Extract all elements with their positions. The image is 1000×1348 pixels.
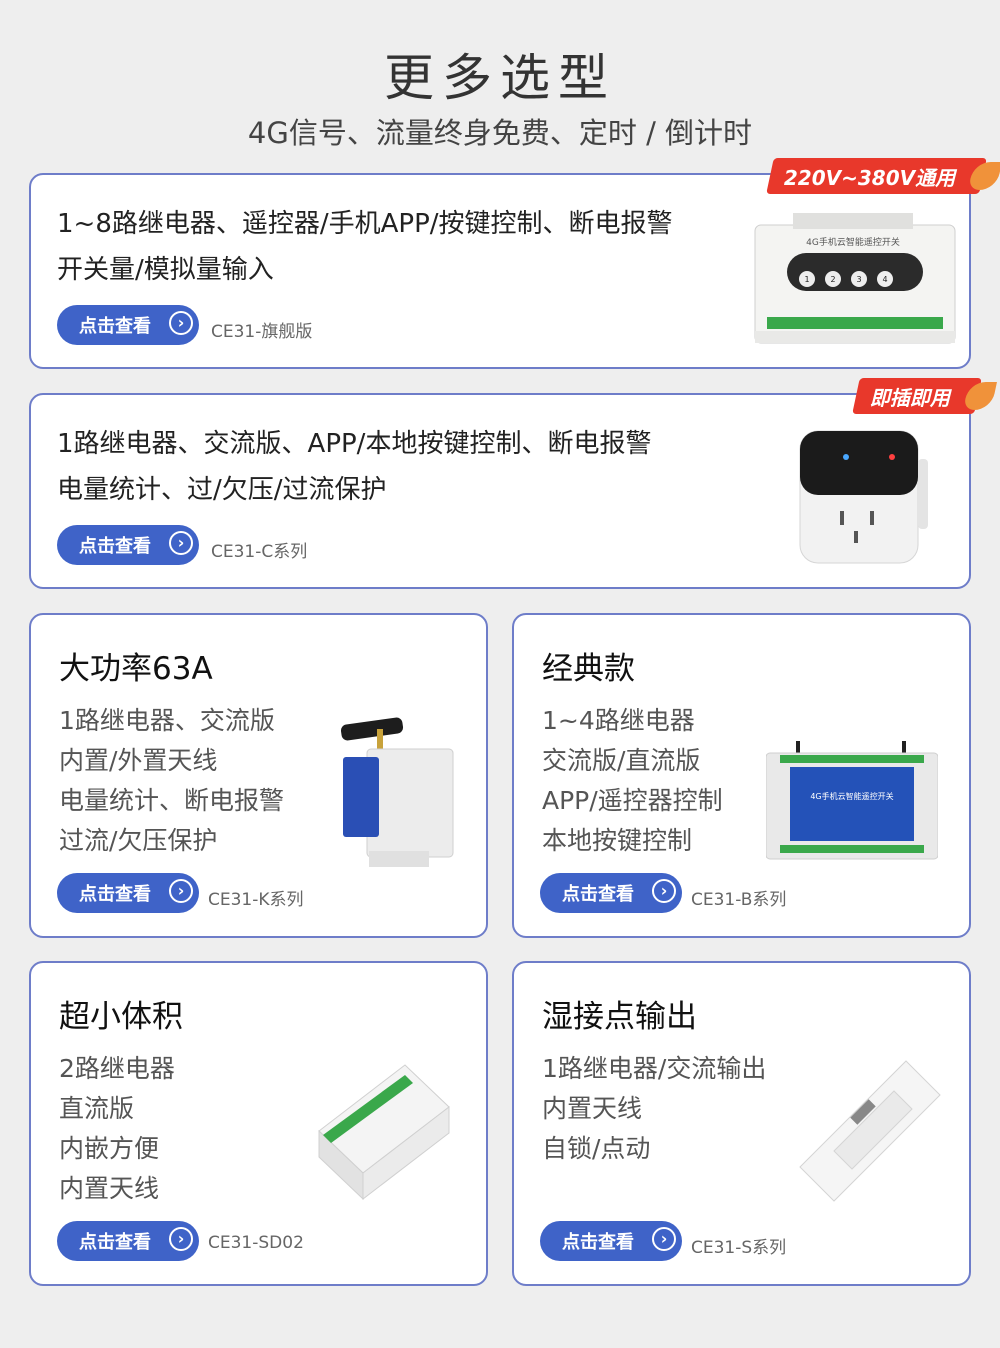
din-rail-module-image — [340, 717, 454, 867]
product-card-k-series: 大功率63A 1路继电器、交流版 内置/外置天线 电量统计、断电报警 过流/欠压… — [29, 613, 488, 938]
card-heading: 湿接点输出 — [542, 999, 697, 1035]
view-button[interactable]: 点击查看 › — [57, 873, 199, 913]
feature-line: 内置天线 — [542, 1094, 643, 1123]
button-label: 点击查看 — [79, 1232, 151, 1253]
device-label: 4G手机云智能遥控开关 — [810, 791, 893, 801]
key-label: 3 — [856, 275, 861, 284]
product-card-sd02: 超小体积 2路继电器 直流版 内嵌方便 内置天线 点击查看 › CE31-SD0… — [29, 961, 488, 1286]
product-card-flagship: 1~8路继电器、遥控器/手机APP/按键控制、断电报警 开关量/模拟量输入 点击… — [29, 173, 971, 369]
card-line-2: 电量统计、过/欠压/过流保护 — [57, 475, 387, 505]
feature-line: 内置/外置天线 — [59, 746, 218, 775]
chevron-right-icon: › — [169, 531, 193, 555]
feature-line: 交流版/直流版 — [542, 746, 701, 775]
feature-line: 自锁/点动 — [542, 1134, 651, 1163]
feature-line: 1~4路继电器 — [542, 706, 695, 735]
button-label: 点击查看 — [562, 1232, 634, 1253]
product-card-c-series: 1路继电器、交流版、APP/本地按键控制、断电报警 电量统计、过/欠压/过流保护… — [29, 393, 971, 589]
feature-line: 2路继电器 — [59, 1054, 175, 1083]
feature-line: 过流/欠压保护 — [59, 826, 218, 855]
badge-plug-and-play: 即插即用 — [852, 378, 997, 414]
card-line-1: 1~8路继电器、遥控器/手机APP/按键控制、断电报警 — [57, 209, 673, 239]
chevron-right-icon: › — [652, 1227, 676, 1251]
flagship-controller-image: 4G手机云智能遥控开关 1 2 3 4 — [754, 213, 956, 344]
card-heading: 经典款 — [542, 651, 635, 687]
model-name: CE31-B系列 — [691, 890, 787, 910]
feature-line: 直流版 — [59, 1094, 135, 1123]
badge-universal-voltage: 220V~380V通用 — [766, 158, 1000, 194]
key-label: 2 — [830, 275, 835, 284]
button-label: 点击查看 — [79, 536, 151, 557]
chevron-right-icon: › — [169, 879, 193, 903]
chevron-right-icon: › — [169, 1227, 193, 1251]
view-button[interactable]: 点击查看 › — [57, 1221, 199, 1261]
card-line-2: 开关量/模拟量输入 — [57, 255, 274, 285]
model-name: CE31-旗舰版 — [211, 322, 313, 342]
feature-line: APP/遥控器控制 — [542, 786, 723, 815]
feature-line: 1路继电器/交流输出 — [542, 1054, 767, 1083]
button-label: 点击查看 — [562, 884, 634, 905]
view-button[interactable]: 点击查看 › — [57, 305, 199, 345]
model-name: CE31-SD02 — [208, 1233, 304, 1253]
view-button[interactable]: 点击查看 › — [540, 1221, 682, 1261]
button-label: 点击查看 — [79, 884, 151, 905]
flame-icon — [963, 382, 997, 410]
device-label: 4G手机云智能遥控开关 — [806, 236, 900, 248]
controller-board-image: 4G手机云智能遥控开关 — [766, 741, 938, 860]
card-heading: 超小体积 — [59, 999, 183, 1035]
badge-text: 即插即用 — [870, 385, 950, 410]
product-card-s-series: 湿接点输出 1路继电器/交流输出 内置天线 自锁/点动 点击查看 › CE31-… — [512, 961, 971, 1286]
feature-line: 1路继电器、交流版 — [59, 706, 275, 735]
card-heading: 大功率63A — [59, 651, 213, 687]
wet-contact-module-image — [799, 1060, 941, 1202]
product-card-b-series: 经典款 1~4路继电器 交流版/直流版 APP/遥控器控制 本地按键控制 点击查… — [512, 613, 971, 938]
view-button[interactable]: 点击查看 › — [540, 873, 682, 913]
card-line-1: 1路继电器、交流版、APP/本地按键控制、断电报警 — [57, 429, 652, 459]
chevron-right-icon: › — [169, 311, 193, 335]
model-name: CE31-S系列 — [691, 1238, 787, 1258]
mini-module-image — [318, 1064, 450, 1201]
feature-line: 内置天线 — [59, 1174, 160, 1203]
page-title: 更多选型 — [384, 49, 616, 107]
model-name: CE31-C系列 — [211, 542, 308, 562]
chevron-right-icon: › — [652, 879, 676, 903]
feature-line: 电量统计、断电报警 — [59, 786, 285, 815]
badge-text: 220V~380V通用 — [784, 165, 956, 190]
button-label: 点击查看 — [79, 316, 151, 337]
smart-plug-image — [799, 430, 928, 564]
feature-line: 内嵌方便 — [59, 1134, 160, 1163]
feature-line: 本地按键控制 — [542, 826, 693, 855]
view-button[interactable]: 点击查看 › — [57, 525, 199, 565]
page-subtitle: 4G信号、流量终身免费、定时 / 倒计时 — [247, 116, 753, 150]
key-label: 1 — [804, 275, 809, 284]
flame-icon — [968, 162, 1000, 190]
model-name: CE31-K系列 — [208, 890, 304, 910]
key-label: 4 — [882, 275, 887, 284]
